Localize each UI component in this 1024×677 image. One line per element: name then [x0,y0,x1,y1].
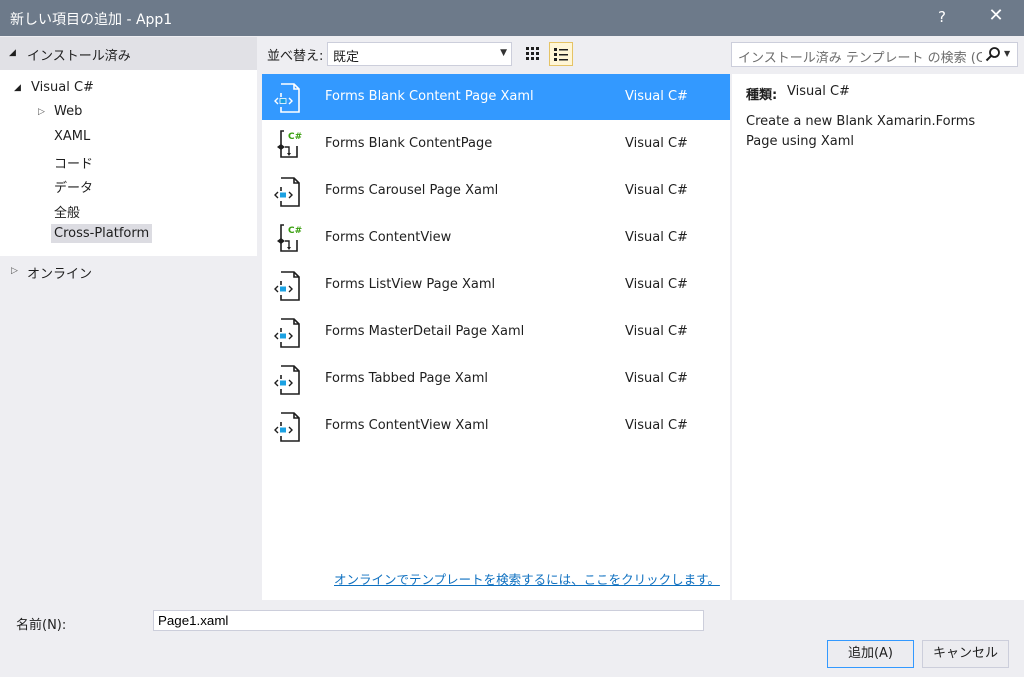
footer: 名前(N): 追加(A) キャンセル [0,602,1024,677]
tree-item-cross-platform[interactable]: Cross-Platform [51,224,153,243]
template-type: Visual C# [625,136,688,151]
template-row[interactable]: C# Forms Blank ContentPage Visual C# [262,121,730,167]
csharp-class-icon: C# [277,224,302,252]
csharp-class-icon: C# [277,130,302,158]
tree-item-data[interactable]: データ [54,177,93,196]
xaml-page-icon [274,318,300,348]
xaml-page-icon [274,177,300,207]
template-row[interactable]: Forms ListView Page Xaml Visual C# [262,262,730,308]
template-name: Forms MasterDetail Page Xaml [325,324,525,339]
tree-item-visual-csharp[interactable]: Visual C# [31,80,94,95]
medium-icons-view-button[interactable] [521,42,545,66]
template-type: Visual C# [625,371,688,386]
add-button[interactable]: 追加(A) [827,640,914,668]
template-type: Visual C# [625,324,688,339]
collapsed-triangle-icon: ▷ [11,266,18,276]
template-list: Forms Blank Content Page Xaml Visual C# … [262,74,730,600]
tree-item-xaml[interactable]: XAML [54,129,90,144]
installed-label: インストール済み [27,49,131,64]
name-label: 名前(N): [16,618,67,633]
list-view-button[interactable] [549,42,573,66]
collapsed-triangle-icon[interactable]: ▷ [38,107,45,117]
template-name: Forms ListView Page Xaml [325,277,496,292]
category-panel: ◢ インストール済み ◢ Visual C# ▷ Web XAML コード デー… [0,36,262,602]
tree-item-web[interactable]: Web [54,104,82,119]
template-name: Forms Blank Content Page Xaml [325,89,534,104]
template-row[interactable]: Forms ContentView Xaml Visual C# [262,403,730,449]
svg-text:C#: C# [288,132,302,142]
cancel-button[interactable]: キャンセル [922,640,1009,668]
template-name: Forms Carousel Page Xaml [325,183,499,198]
xaml-page-icon [274,83,300,113]
search-options-dropdown-icon[interactable]: ▼ [1004,49,1010,58]
search-icon[interactable] [985,46,1001,62]
search-placeholder: インストール済み テンプレート の検索 (Ctrl+E) [738,51,982,66]
collapse-triangle-icon: ◢ [9,48,16,58]
svg-text:C#: C# [288,226,302,236]
category-tree: ◢ Visual C# ▷ Web XAML コード データ 全般 Cross-… [0,70,257,256]
sort-dropdown[interactable]: 既定 ▼ [327,42,512,66]
sort-value: 既定 [333,50,360,65]
template-type: Visual C# [625,230,688,245]
online-search-link[interactable]: オンラインでテンプレートを検索するには、ここをクリックします。 [334,569,720,588]
kind-label: 種類: [746,88,778,103]
kind-value: Visual C# [787,84,850,99]
template-type: Visual C# [625,183,688,198]
tree-item-code[interactable]: コード [54,153,93,172]
installed-section-header[interactable]: ◢ インストール済み [0,37,257,70]
template-name: Forms Tabbed Page Xaml [325,371,489,386]
chevron-down-icon: ▼ [500,48,507,58]
title-bar: 新しい項目の追加 - App1 ? ✕ [0,0,1024,36]
template-description: Create a new Blank Xamarin.Forms Page us… [746,114,976,149]
xaml-page-icon [274,365,300,395]
online-section-header[interactable]: ▷ オンライン [0,260,257,284]
template-type: Visual C# [625,418,688,433]
close-button[interactable]: ✕ [986,5,1006,26]
template-row[interactable]: C# Forms ContentView Visual C# [262,215,730,261]
help-button[interactable]: ? [936,8,948,26]
template-name: Forms ContentView Xaml [325,418,489,433]
file-name-input[interactable] [153,610,704,631]
template-row[interactable]: Forms Tabbed Page Xaml Visual C# [262,356,730,402]
xaml-page-icon [274,412,300,442]
xaml-page-icon [274,271,300,301]
template-type: Visual C# [625,89,688,104]
template-search-box[interactable]: インストール済み テンプレート の検索 (Ctrl+E) ▼ [731,42,1018,67]
tree-item-general[interactable]: 全般 [54,202,80,221]
sort-label: 並べ替え: [267,49,324,64]
grid-view-icon [526,47,539,60]
expanded-triangle-icon[interactable]: ◢ [14,83,21,93]
online-label: オンライン [27,267,93,282]
template-row[interactable]: Forms Blank Content Page Xaml Visual C# [262,74,730,120]
template-type: Visual C# [625,277,688,292]
window-title: 新しい項目の追加 - App1 [10,12,173,28]
details-panel: 種類: Visual C# Create a new Blank Xamarin… [732,74,1024,600]
template-row[interactable]: Forms Carousel Page Xaml Visual C# [262,168,730,214]
template-row[interactable]: Forms MasterDetail Page Xaml Visual C# [262,309,730,355]
list-view-icon [554,48,568,61]
template-name: Forms ContentView [325,230,452,245]
template-name: Forms Blank ContentPage [325,136,493,151]
